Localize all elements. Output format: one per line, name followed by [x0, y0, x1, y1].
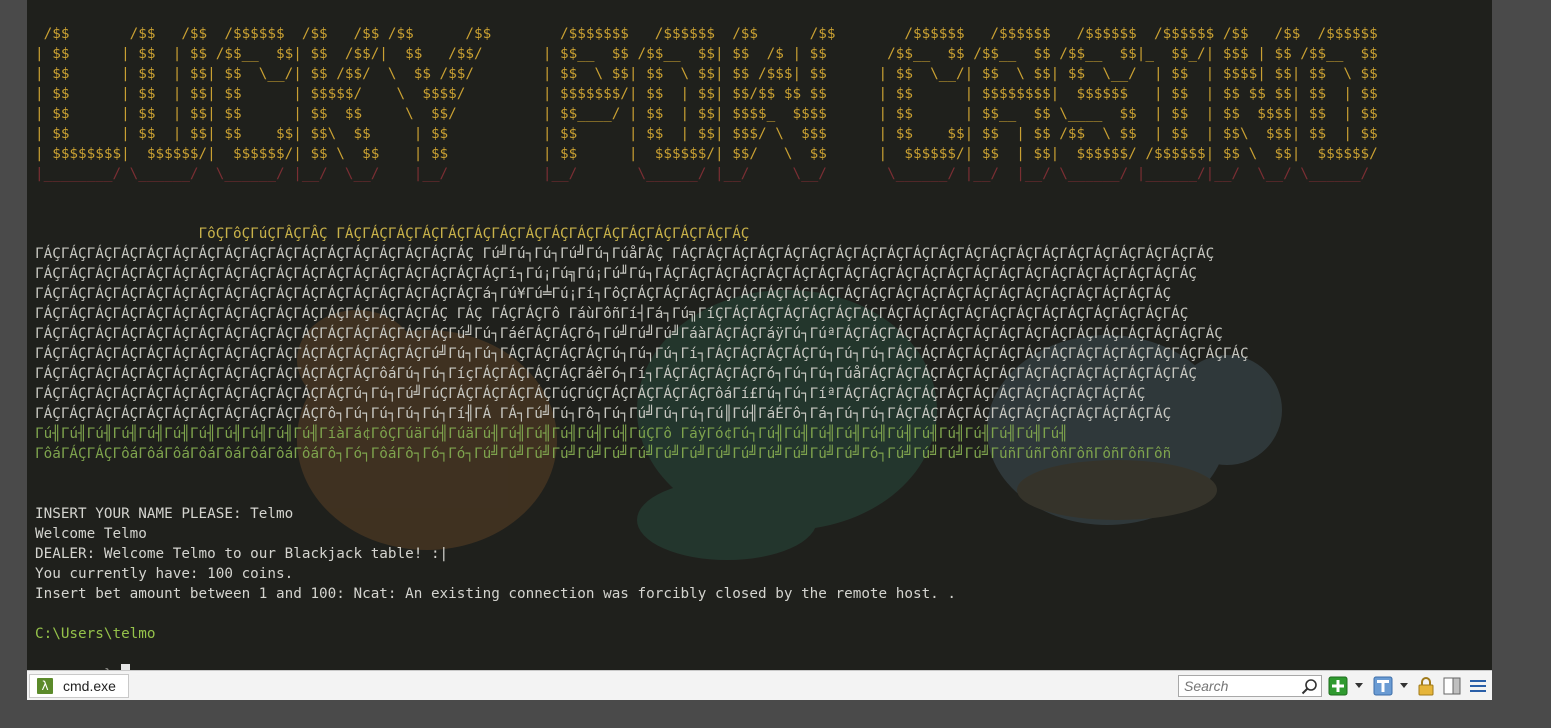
console-line: You currently have: 100 coins.	[35, 566, 294, 582]
console-line: Insert bet amount between 1 and 100: Nca…	[35, 586, 956, 602]
prompt-path: C:\Users\telmo	[35, 626, 156, 642]
terminal-window[interactable]: /$$ /$$ /$$ /$$$$$$ /$$ /$$ /$$ /$$ /$$$…	[27, 0, 1492, 700]
art-line: ΓÁÇΓÁÇΓÁÇΓÁÇΓÁÇΓÁÇΓÁÇΓÁÇΓÁÇΓÁÇΓÁÇΓô┐Γú┐Γ…	[35, 406, 1172, 422]
art-line: ΓÁÇΓÁÇΓÁÇΓÁÇΓÁÇΓÁÇΓÁÇΓÁÇΓÁÇΓÁÇΓÁÇΓÁÇΓÁÇΓ…	[35, 246, 1215, 262]
art-line: ΓÁÇΓÁÇΓÁÇΓÁÇΓÁÇΓÁÇΓÁÇΓÁÇΓÁÇΓÁÇΓÁÇΓÁÇΓú┐Γ…	[35, 386, 1146, 402]
art-line: ΓÁÇΓÁÇΓÁÇΓÁÇΓÁÇΓÁÇΓÁÇΓÁÇΓÁÇΓÁÇΓÁÇΓÁÇΓÁÇΓ…	[35, 326, 1223, 342]
tab-label: cmd.exe	[63, 678, 116, 694]
add-tab-dropdown-icon[interactable]	[1355, 683, 1363, 688]
menu-icon[interactable]	[1468, 676, 1488, 696]
lambda-icon: λ	[37, 678, 53, 694]
console-line: Welcome Telmo	[35, 526, 147, 542]
status-bar: λ cmd.exe	[27, 670, 1492, 700]
banner-line: | $$ | $$ | $$| $$ $$| $$\ $$ | $$ | $$ …	[35, 126, 1378, 142]
art-line: ΓÁÇΓÁÇΓÁÇΓÁÇΓÁÇΓÁÇΓÁÇΓÁÇΓÁÇΓÁÇΓÁÇΓÁÇΓÁÇΓ…	[35, 346, 1249, 362]
lock-icon[interactable]	[1416, 676, 1436, 696]
art-line: ΓÁÇΓÁÇΓÁÇΓÁÇΓÁÇΓÁÇΓÁÇΓÁÇΓÁÇΓÁÇΓÁÇΓÁÇΓÁÇΓ…	[35, 306, 1189, 322]
console-line: INSERT YOUR NAME PLEASE: Telmo	[35, 506, 294, 522]
console-line: DEALER: Welcome Telmo to our Blackjack t…	[35, 546, 449, 562]
search-box[interactable]	[1178, 675, 1322, 697]
banner-line: /$$ /$$ /$$ /$$$$$$ /$$ /$$ /$$ /$$ /$$$…	[35, 26, 1378, 42]
banner-line: |________/ \______/ \______/ |__/ \__/ |…	[35, 166, 1370, 182]
split-icon[interactable]	[1373, 676, 1393, 696]
prompt-line[interactable]: λ	[35, 644, 131, 670]
panes-icon[interactable]	[1442, 676, 1462, 696]
banner-line: | $$ | $$ | $$| $$ \__/| $$ /$$/ \ $$ /$…	[35, 66, 1378, 82]
add-tab-icon[interactable]	[1328, 676, 1348, 696]
art-line: ΓôáΓÁÇΓÁÇΓôáΓôáΓôáΓôáΓôáΓôáΓôáΓôáΓô┐Γó┐Γ…	[35, 446, 1172, 462]
search-input[interactable]	[1179, 676, 1304, 696]
banner-line: | $$ | $$ | $$ /$$__ $$| $$ /$$/| $$ /$$…	[35, 46, 1378, 62]
split-dropdown-icon[interactable]	[1400, 683, 1408, 688]
art-line: ΓÁÇΓÁÇΓÁÇΓÁÇΓÁÇΓÁÇΓÁÇΓÁÇΓÁÇΓÁÇΓÁÇΓÁÇΓÁÇΓ…	[35, 286, 1172, 302]
art-line: ΓÁÇΓÁÇΓÁÇΓÁÇΓÁÇΓÁÇΓÁÇΓÁÇΓÁÇΓÁÇΓÁÇΓÁÇΓÁÇΓ…	[35, 366, 1198, 382]
art-line: ΓÁÇΓÁÇΓÁÇΓÁÇΓÁÇΓÁÇΓÁÇΓÁÇΓÁÇΓÁÇΓÁÇΓÁÇΓÁÇΓ…	[35, 266, 1198, 282]
banner-line: | $$$$$$$$| $$$$$$/| $$$$$$/| $$ \ $$ | …	[35, 146, 1378, 162]
search-icon[interactable]	[1301, 678, 1318, 695]
art-line: ΓôÇΓôÇΓúÇΓÂÇΓÂÇ ΓÁÇΓÁÇΓÁÇΓÁÇΓÁÇΓÁÇΓÁÇΓÁÇ…	[35, 226, 750, 242]
banner-line: | $$ | $$ | $$| $$ | $$$$$/ \ $$$$/ | $$…	[35, 86, 1378, 102]
art-line: Γú╢Γú╢Γú╢Γú╢Γú╢Γú╢Γú╢Γú╢Γú╢Γú╢Γú╢ΓíàΓá¢Γ…	[35, 426, 1068, 442]
tab-cmd[interactable]: λ cmd.exe	[29, 674, 129, 698]
terminal-viewport[interactable]: /$$ /$$ /$$ /$$$$$$ /$$ /$$ /$$ /$$ /$$$…	[27, 0, 1492, 670]
banner-line: | $$ | $$ | $$| $$ | $$ $$ \ $$/ | $$___…	[35, 106, 1378, 122]
